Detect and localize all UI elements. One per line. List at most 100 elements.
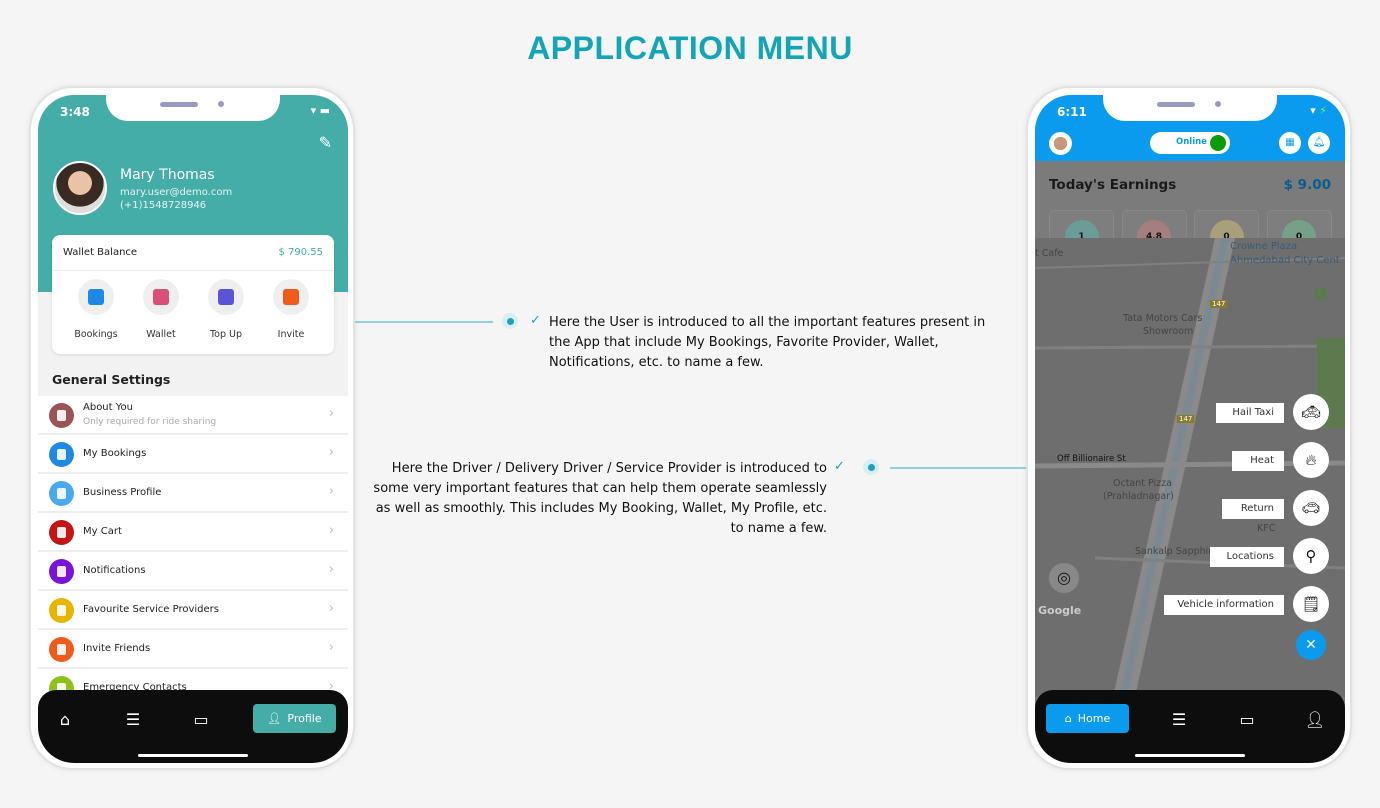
notch [1103,95,1277,121]
wallet-icon [153,289,169,305]
fab-label[interactable]: Return [1222,499,1284,519]
status-time: 6:11 [1057,105,1087,119]
quick-action-top-up[interactable]: Top Up [194,279,258,340]
list-item[interactable]: Business Profile › [38,474,348,513]
home-tab[interactable]: ⌂ Home [1046,704,1129,733]
wallet-card: Wallet Balance $ 790.55 Bookings Wallet To… [52,235,334,354]
check-icon: ✓ [530,313,541,328]
earnings-label: Today's Earnings [1049,177,1177,193]
wallet-value: $ 790.55 [278,247,323,258]
fire-icon[interactable]: 🔥︎ [1293,442,1329,478]
user-phone: 3:48 ▾ ▬ ✎ Mary Thomas mary.user@demo.co… [29,86,355,770]
item-icon [49,598,74,623]
driver-phone: 6:11 ▾ ⚡ Online ▦ 🔔︎ Today's Earnings $ … [1026,86,1352,770]
wallet-icon[interactable]: ▭ [1236,710,1258,730]
fab-label[interactable]: Hail Taxi [1216,403,1284,423]
bookings-list-icon[interactable]: ☰ [1168,710,1190,730]
list-item-label: Invite Friends [83,643,151,654]
toggle-label: Online [1176,137,1207,147]
hail-taxi-icon[interactable]: 🚕︎ [1293,394,1329,430]
map-label: Ahmedabad City Cent [1230,255,1340,266]
list-item[interactable]: About You Only required for ride sharing › [38,396,348,435]
item-icon [49,481,74,506]
settings-list: About You Only required for ride sharing ›… [38,396,348,708]
edit-icon[interactable]: ✎ [319,133,332,152]
earnings-value: $ 9.00 [1283,177,1331,193]
quick-action-wallet[interactable]: Wallet [129,279,193,340]
profile-tab-label: Profile [287,712,322,725]
quick-action-bookings[interactable]: Bookings [64,279,128,340]
bookings-list-icon[interactable]: ☰ [122,710,144,730]
section-title: General Settings [52,372,171,387]
close-icon[interactable]: ✕ [1296,630,1326,660]
list-item[interactable]: Invite Friends › [38,630,348,669]
quick-action-label: Top Up [209,329,243,340]
list-item-label: Notifications [83,565,146,576]
status-icons: ▾ ▬ [310,104,330,117]
list-item[interactable]: Notifications › [38,552,348,591]
map-label: Off Billionaire St [1057,454,1126,464]
chevron-right-icon: › [328,523,334,538]
profile-phone: (+1)1548728946 [120,200,207,211]
user-icon[interactable]: 👤︎ [1304,710,1326,730]
driver-annotation: Here the Driver / Delivery Driver / Serv… [373,461,827,536]
connector-line [890,467,1028,469]
check-icon: ✓ [834,459,845,474]
list-item-label: My Cart [83,526,122,537]
item-icon [49,637,74,662]
list-item-label: My Bookings [83,448,147,459]
profile-email: mary.user@demo.com [120,187,233,198]
notch [106,95,280,121]
fab-label[interactable]: Heat [1232,451,1284,471]
bell-icon[interactable]: 🔔︎ [1308,132,1330,154]
profile-tab[interactable]: 👤︎ Profile [253,704,336,733]
home-icon: ⌂ [1064,712,1072,725]
item-icon [49,403,74,428]
map-label: Showroom [1143,326,1194,337]
connector-dot [863,459,879,475]
map-label: 147 [1177,415,1195,423]
map-label: Octant Pizza [1113,478,1172,489]
bottom-nav: ⌂ Home ☰ ▭ 👤︎ [1035,690,1345,763]
item-icon [49,520,74,545]
bottom-nav: ⌂ ☰ ▭ 👤︎ Profile [38,690,348,763]
item-icon [49,442,74,467]
list-item-label: Business Profile [83,487,162,498]
wallet-icon[interactable]: ▭ [190,710,212,730]
connector-line [355,321,493,323]
vehicle-info-icon[interactable]: 🗒 [1293,586,1329,622]
chevron-right-icon: › [328,445,334,460]
avatar[interactable] [53,161,107,215]
chevron-right-icon: › [328,484,334,499]
chevron-right-icon: › [328,640,334,655]
chevron-right-icon: › [328,406,334,421]
map-label: t Cafe [1035,248,1064,259]
chevron-right-icon: › [328,601,334,616]
top-up-icon [218,289,234,305]
locate-icon[interactable]: ◎ [1049,563,1079,593]
online-toggle[interactable]: Online [1150,132,1230,154]
map-label: Sankalp Sapphire [1135,546,1218,557]
user-icon: 👤︎ [267,712,282,725]
wallet-label: Wallet Balance [63,247,138,258]
quick-action-label: Invite [277,329,305,340]
home-icon[interactable]: ⌂ [54,710,76,730]
quick-action-invite[interactable]: Invite [259,279,323,340]
list-item[interactable]: My Bookings › [38,435,348,474]
status-icons: ▾ ⚡ [1310,104,1327,117]
fab-label[interactable]: Locations [1210,547,1284,567]
calendar-icon[interactable]: ▦ [1279,132,1301,154]
map-label: KFC [1257,523,1276,534]
driver-avatar[interactable] [1049,132,1072,155]
invite-icon [283,289,299,305]
list-item[interactable]: My Cart › [38,513,348,552]
status-time: 3:48 [60,105,90,119]
list-item[interactable]: Favourite Service Providers › [38,591,348,630]
profile-name: Mary Thomas [120,167,215,183]
map-label: (Prahladnagar) [1103,491,1174,502]
list-item-label: Favourite Service Providers [83,604,219,615]
list-item-sub: Only required for ride sharing [83,417,217,427]
fab-label[interactable]: Vehicle information [1164,595,1284,615]
car-return-icon[interactable]: 🚗︎ [1293,490,1329,526]
map-pin-icon[interactable]: ⚲ [1293,538,1329,574]
